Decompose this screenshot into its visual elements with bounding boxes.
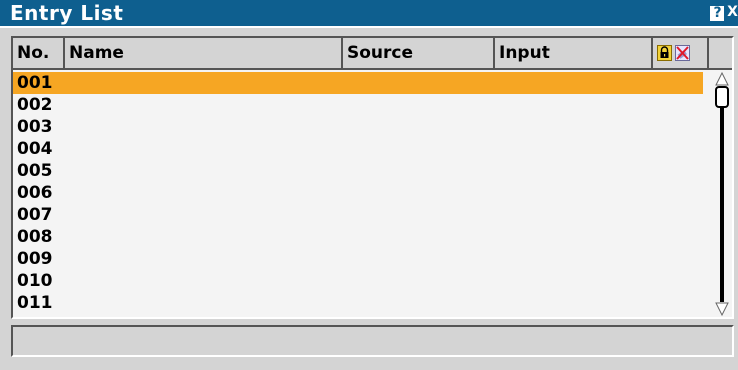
table-row[interactable]: 011 — [13, 292, 703, 314]
table-body: 001 002 003 004 005 006 007 008 009 010 … — [13, 70, 711, 318]
erase-icon[interactable] — [675, 45, 690, 61]
table-row[interactable]: 007 — [13, 204, 703, 226]
lock-icon[interactable] — [657, 45, 672, 61]
table-row[interactable]: 009 — [13, 248, 703, 270]
table-row[interactable]: 005 — [13, 160, 703, 182]
title-bar[interactable]: Entry List ? X — [0, 0, 738, 28]
table-row[interactable]: 010 — [13, 270, 703, 292]
column-header-no[interactable]: No. — [13, 38, 65, 68]
entry-list-window: Entry List ? X No. Name Source Input 001… — [0, 0, 738, 370]
column-header-source[interactable]: Source — [343, 38, 495, 68]
column-header-spacer — [709, 38, 732, 68]
window-title: Entry List — [10, 1, 124, 25]
column-header-input[interactable]: Input — [495, 38, 653, 68]
column-header-name[interactable]: Name — [65, 38, 343, 68]
table-row[interactable]: 001 — [13, 72, 703, 94]
close-button[interactable]: X — [724, 5, 738, 22]
column-header-icons — [653, 38, 709, 68]
table-row[interactable]: 004 — [13, 138, 703, 160]
scroll-track[interactable] — [720, 88, 724, 302]
table-row[interactable]: 008 — [13, 226, 703, 248]
table-row[interactable]: 002 — [13, 94, 703, 116]
vertical-scrollbar[interactable] — [711, 70, 732, 318]
table-header: No. Name Source Input — [13, 38, 732, 70]
table-row[interactable]: 006 — [13, 182, 703, 204]
scroll-thumb[interactable] — [715, 86, 729, 108]
status-bar — [11, 325, 734, 357]
table-row[interactable]: 003 — [13, 116, 703, 138]
scroll-up-arrow-icon[interactable] — [715, 72, 729, 86]
entry-list: No. Name Source Input 001 002 003 004 00… — [11, 36, 734, 319]
scroll-down-arrow-icon[interactable] — [715, 302, 729, 316]
